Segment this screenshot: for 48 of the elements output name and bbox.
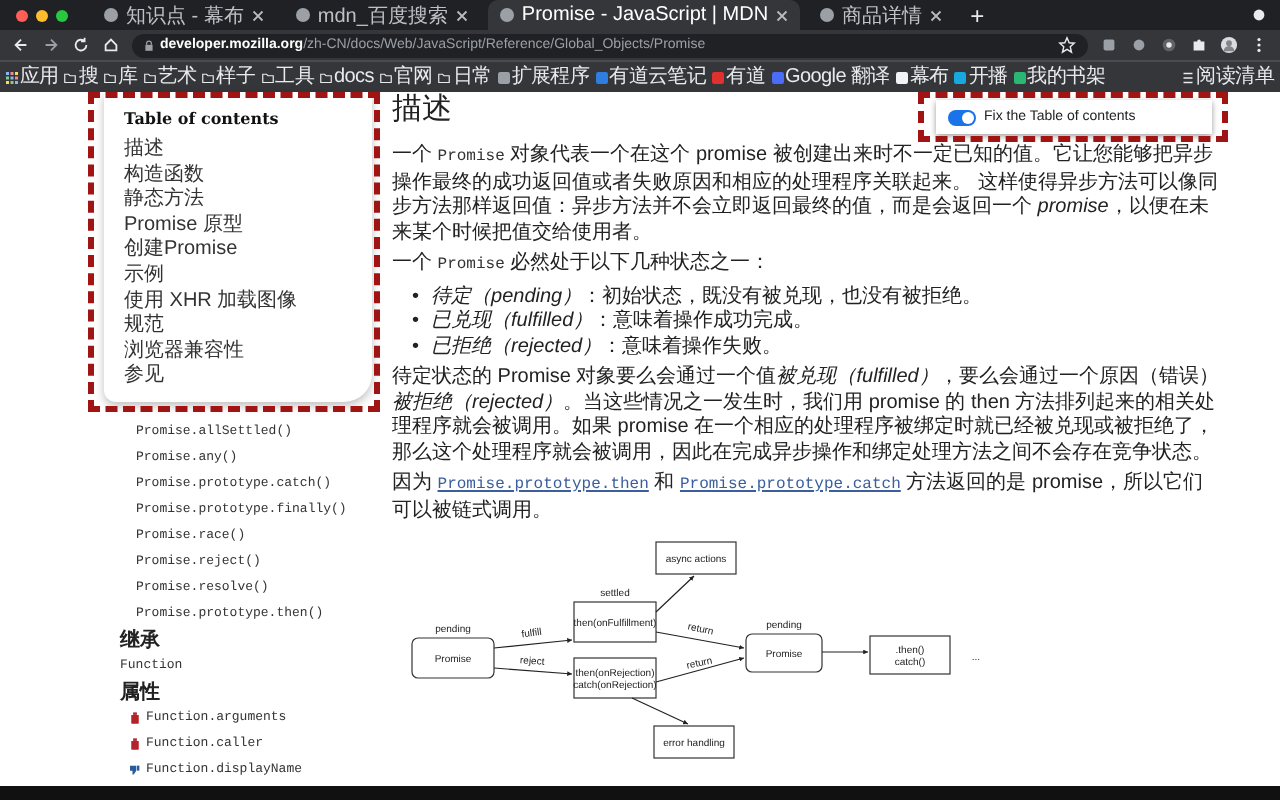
paragraph: 因为 Promise.prototype.then 和 Promise.prototype.catch 方法返回的是 promise，所以它们可以被链式调用。 (392, 472, 1206, 524)
toc-link[interactable]: 描述 (124, 138, 352, 164)
bookmark-item[interactable]: 我的书架 (1013, 65, 1105, 89)
bookmark-item[interactable]: 工具 (261, 65, 315, 89)
bookmark-item[interactable]: 应用 (6, 65, 59, 89)
sidebar-heading: 属性 (120, 679, 160, 705)
toc-link[interactable]: 示例 (124, 263, 352, 290)
toc-link[interactable]: 浏览器兼容性 (124, 339, 352, 365)
browser-tab[interactable]: Promise - JavaScript | MDN (487, 0, 801, 30)
browser-tab[interactable]: 商品详情 (808, 0, 955, 30)
browser-tab[interactable]: 知识点 - 幕布 (92, 0, 276, 30)
bookmark-item[interactable]: Google 翻译 (771, 65, 890, 89)
list-item: 待定（pending）：初始状态，既没有被兑现，也没有被拒绝。 (431, 285, 983, 307)
bookmark-item[interactable]: 扩展程序 (497, 65, 590, 89)
bullet-marker: • (412, 310, 420, 332)
toc-title: Table of contents (124, 108, 281, 128)
reading-list-button[interactable]: 阅读清单 (1182, 65, 1274, 89)
bookmark-item[interactable]: 库 (104, 65, 138, 89)
bookmark-item[interactable]: 有道 (712, 65, 766, 89)
browser-tab[interactable]: mdn_百度搜索 (283, 0, 480, 30)
list-item: 已拒绝（rejected）：意味着操作失败。 (431, 335, 783, 357)
bookmark-item[interactable]: docs (320, 65, 374, 89)
toc-link[interactable]: 构造函数 (124, 163, 352, 189)
bookmark-item[interactable]: 有道云笔记 (595, 65, 707, 89)
toc-link[interactable]: 参见 (124, 364, 352, 390)
toc-link[interactable]: 使用 XHR 加载图像 (124, 289, 352, 315)
bookmark-item[interactable]: 开播 (954, 65, 1008, 89)
bookmark-item[interactable]: 官网 (379, 65, 433, 89)
toc-link[interactable]: 规范 (124, 314, 352, 340)
bullet-marker: • (412, 335, 420, 357)
list-item: 已兑现（fulfilled）：意味着操作成功完成。 (431, 310, 814, 332)
bookmark-item[interactable]: 幕布 (895, 65, 949, 89)
bookmark-item[interactable]: 艺术 (143, 65, 197, 89)
bookmark-item[interactable]: 日常 (438, 65, 492, 89)
paragraph: 一个 Promise 对象代表一个在这个 promise 被创建出来时不一定已知的值。它让您能够把异步操作最终的成功返回值或者失败原因和相应的处理程序关联起来。 这样使得异步方法可以像同步方法那样返回值：异步方法并不会立即返回最终的值，而是会返回一个 promise，以便在未来某个时候把值交给使用者。 (392, 144, 1220, 246)
toc-link[interactable]: 创建Promise (124, 238, 352, 264)
bookmark-item[interactable]: 样子 (202, 65, 256, 89)
toc-link[interactable]: Promise 原型 (124, 213, 352, 239)
toc-link[interactable]: 静态方法 (124, 188, 352, 214)
paragraph: 待定状态的 Promise 对象要么会通过一个值被兑现（fulfilled），要么会通过一个原因（错误） 被拒绝（rejected）。当这些情况之一发生时，我们用 promise 的 then 方法排列起来的相关处理程序就会被调用。如果 promise 在一个相应的处理程序被绑定时就已经被兑现或被拒绝了，那么这个处理程序就会被调用，因此在完成异步操作和绑定处理方法之间不会存在竞争状态。 (392, 366, 1220, 466)
sidebar-heading: 继承 (120, 627, 160, 653)
code-link[interactable]: Promise.prototype.then (437, 476, 649, 494)
bullet-marker: • (412, 285, 420, 307)
paragraph: 一个 Promise 必然处于以下几种状态之一： (392, 252, 773, 278)
section-heading: 描述 (392, 92, 452, 126)
code-link[interactable]: Promise.prototype.catch (679, 476, 901, 494)
bookmark-item[interactable]: 搜 (64, 65, 99, 89)
new-tab-button[interactable]: + (962, 3, 993, 27)
